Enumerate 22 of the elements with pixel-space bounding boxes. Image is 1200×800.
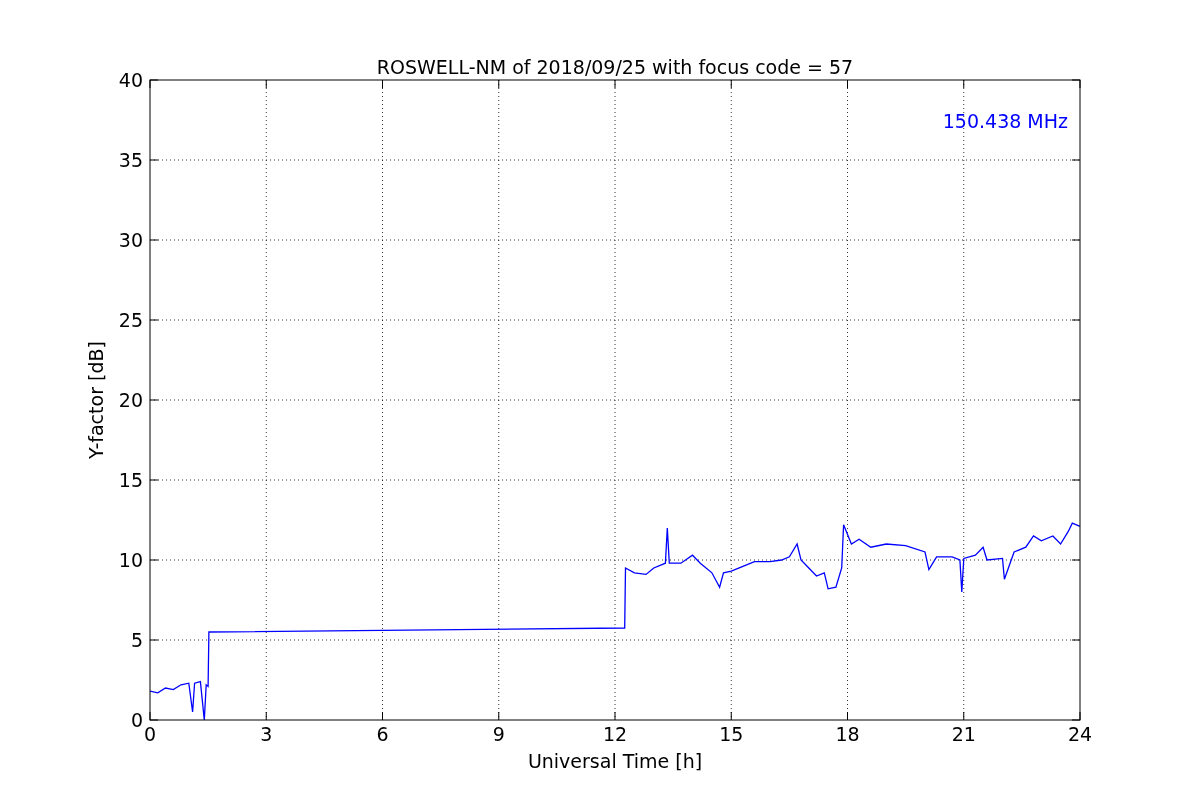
y-axis-label: Y-factor [dB] — [85, 341, 107, 459]
series-label: 150.438 MHz — [942, 110, 1068, 132]
x-tick-label: 21 — [951, 723, 976, 745]
x-tick-label: 0 — [143, 723, 157, 745]
y-tick-label: 30 — [118, 229, 143, 251]
y-tick-label: 35 — [118, 149, 143, 171]
x-tick-label: 12 — [602, 723, 628, 745]
x-tick-label: 24 — [1067, 723, 1093, 745]
x-axis-label: Universal Time [h] — [527, 750, 703, 772]
y-tick-label: 25 — [118, 309, 143, 331]
chart-title: ROSWELL-NM of 2018/09/25 with focus code = 57 — [376, 56, 854, 78]
y-tick-label: 10 — [118, 549, 143, 571]
y-tick-label: 5 — [130, 629, 143, 651]
x-tick-label: 18 — [835, 723, 860, 745]
y-tick-label: 20 — [118, 389, 143, 411]
y-tick-label: 15 — [118, 469, 143, 491]
y-tick-label: 40 — [118, 69, 143, 91]
x-tick-label: 15 — [719, 723, 744, 745]
x-tick-label: 6 — [376, 723, 389, 745]
x-tick-label: 9 — [492, 723, 505, 745]
y-tick-label: 0 — [130, 709, 143, 731]
x-tick-label: 3 — [260, 723, 273, 745]
